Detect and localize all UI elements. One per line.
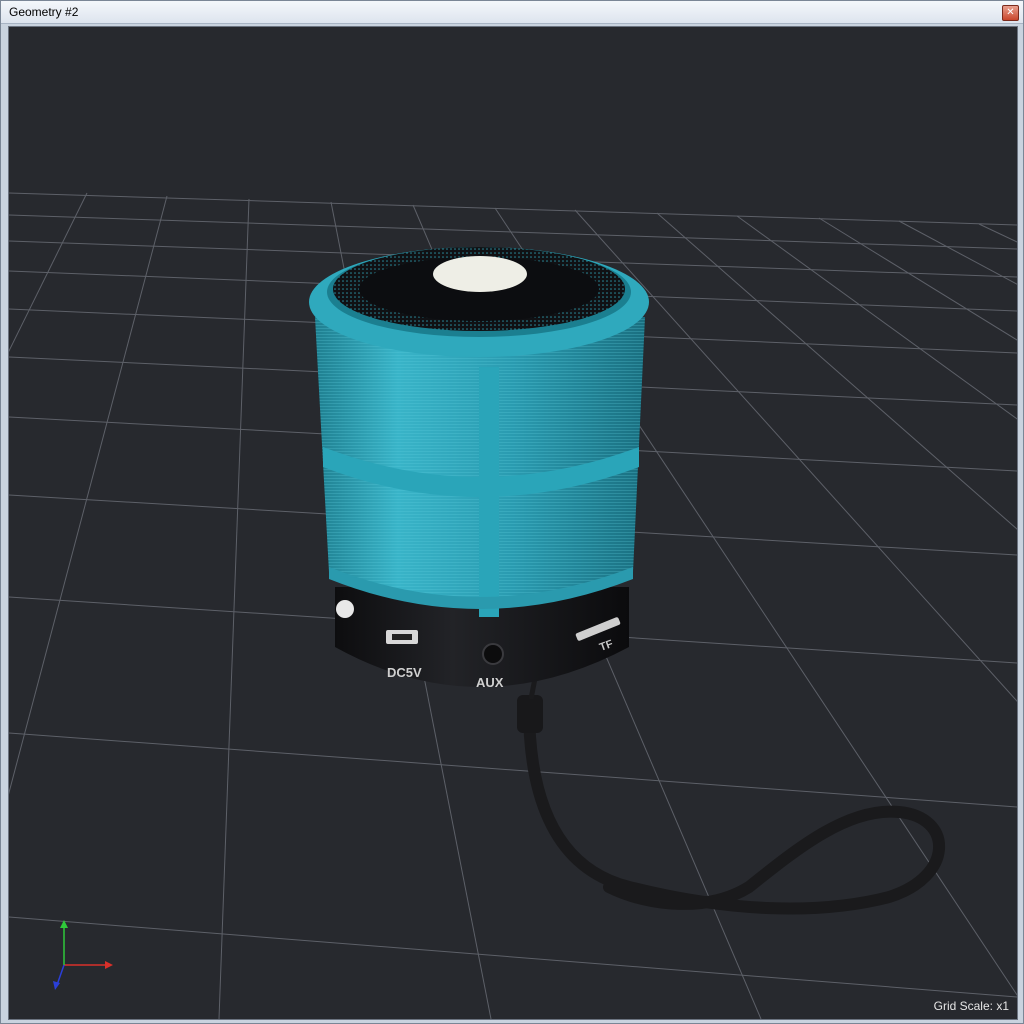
grid-scale-label: Grid Scale: x1 [933, 999, 1009, 1013]
play-button-icon [336, 600, 354, 618]
center-cap [433, 256, 527, 292]
lanyard-strap [523, 701, 945, 915]
label-dc5v: DC5V [387, 665, 422, 680]
axis-gizmo [53, 920, 113, 990]
axis-z-line [56, 964, 65, 986]
label-aux: AUX [476, 675, 504, 690]
geometry-window: Geometry #2 ✕ DC5V AUX TF Grid Scale: x1 [0, 0, 1024, 1024]
title-bar[interactable]: Geometry #2 ✕ [1, 1, 1023, 24]
3d-viewport[interactable]: DC5V AUX TF Grid Scale: x1 [8, 26, 1018, 1020]
close-button[interactable]: ✕ [1002, 5, 1019, 21]
lanyard-clip [517, 695, 543, 733]
speaker-model[interactable]: DC5V AUX TF [309, 247, 945, 915]
window-title: Geometry #2 [9, 5, 79, 19]
aux-jack-icon [482, 643, 504, 665]
scene-svg: DC5V AUX TF [9, 192, 1017, 1019]
